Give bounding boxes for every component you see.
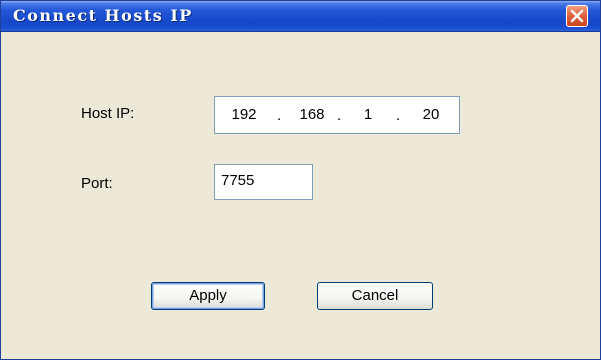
- window-title: Connect Hosts IP: [13, 6, 193, 25]
- port-input[interactable]: 7755: [214, 164, 313, 200]
- ip-separator: .: [277, 107, 282, 124]
- close-icon: [570, 9, 584, 23]
- cancel-button[interactable]: Cancel: [317, 282, 433, 310]
- connect-hosts-dialog: Connect Hosts IP Host IP: 192 . 168 . 1 …: [0, 0, 601, 360]
- ip-octet-1[interactable]: 192: [225, 97, 263, 133]
- port-label: Port:: [81, 175, 113, 192]
- ip-octet-2[interactable]: 168: [293, 97, 331, 133]
- host-ip-label: Host IP:: [81, 105, 135, 122]
- ip-separator: .: [337, 107, 342, 124]
- title-bar[interactable]: Connect Hosts IP: [1, 1, 600, 32]
- ip-separator: .: [396, 107, 401, 124]
- apply-button[interactable]: Apply: [151, 282, 265, 310]
- ip-octet-3[interactable]: 1: [353, 97, 383, 133]
- host-ip-field[interactable]: 192 . 168 . 1 . 20: [214, 96, 460, 134]
- port-value: 7755: [221, 172, 255, 189]
- ip-octet-4[interactable]: 20: [411, 97, 451, 133]
- close-button[interactable]: [566, 5, 588, 27]
